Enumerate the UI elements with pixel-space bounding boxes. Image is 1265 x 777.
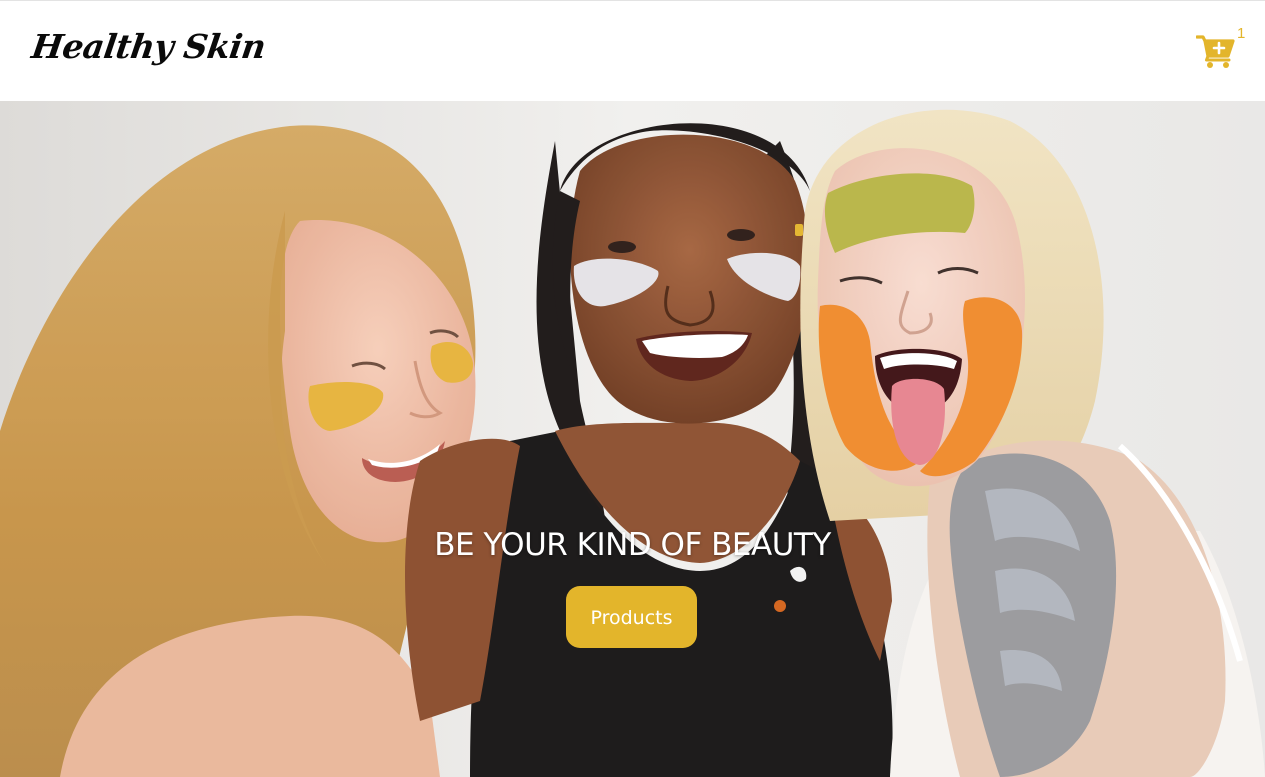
hero-headline: BE YOUR KIND OF BEAUTY [434,527,831,563]
products-button[interactable]: Products [566,586,697,648]
cart-button[interactable] [1196,31,1236,71]
page: Healthy Skin 1 BE YOUR KIND OF BEAUTY Pr… [0,0,1265,777]
site-header: Healthy Skin 1 [0,0,1265,101]
hero-photo [0,101,1265,777]
cart-count-badge: 1 [1237,25,1246,42]
hero-section: BE YOUR KIND OF BEAUTY Products [0,101,1265,777]
brand-logo[interactable]: Healthy Skin [29,27,268,66]
shopping-cart-plus-icon [1196,35,1235,68]
